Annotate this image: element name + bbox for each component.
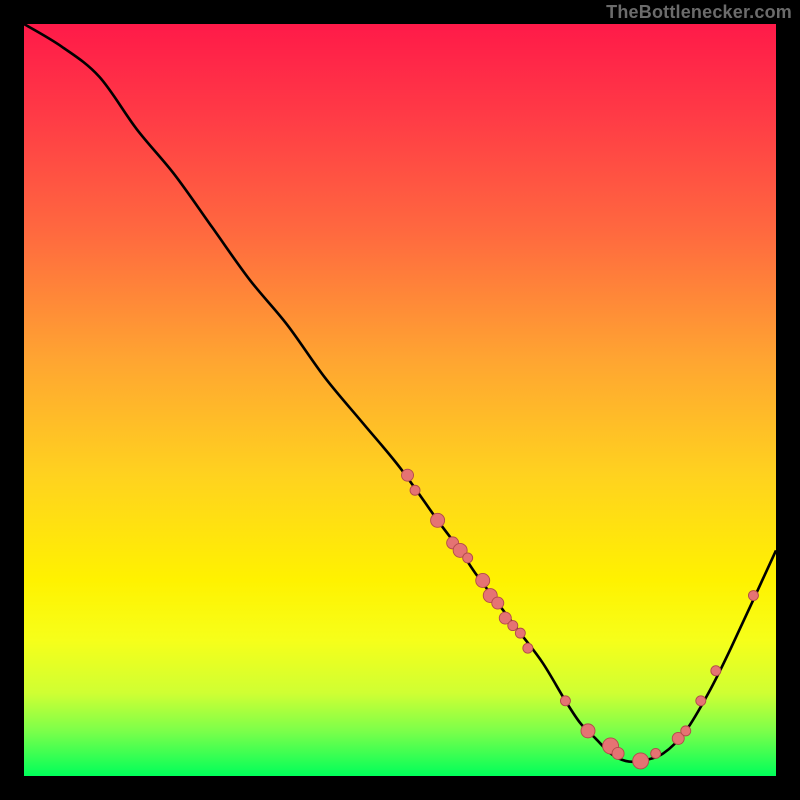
data-marker — [581, 724, 595, 738]
data-marker — [492, 597, 504, 609]
bottleneck-curve — [24, 24, 776, 776]
chart-container: TheBottlenecker.com — [0, 0, 800, 800]
data-marker — [711, 666, 721, 676]
data-marker — [410, 485, 420, 495]
data-marker — [463, 553, 473, 563]
data-marker — [431, 513, 445, 527]
data-marker — [523, 643, 533, 653]
data-marker — [651, 748, 661, 758]
data-marker — [633, 753, 649, 769]
data-marker — [476, 573, 490, 587]
data-marker — [696, 696, 706, 706]
plot-area — [24, 24, 776, 776]
data-marker — [508, 621, 518, 631]
attribution-label: TheBottlenecker.com — [606, 2, 792, 23]
data-marker — [748, 591, 758, 601]
data-marker — [612, 747, 624, 759]
data-marker — [681, 726, 691, 736]
data-marker — [560, 696, 570, 706]
data-marker — [402, 469, 414, 481]
data-marker — [515, 628, 525, 638]
